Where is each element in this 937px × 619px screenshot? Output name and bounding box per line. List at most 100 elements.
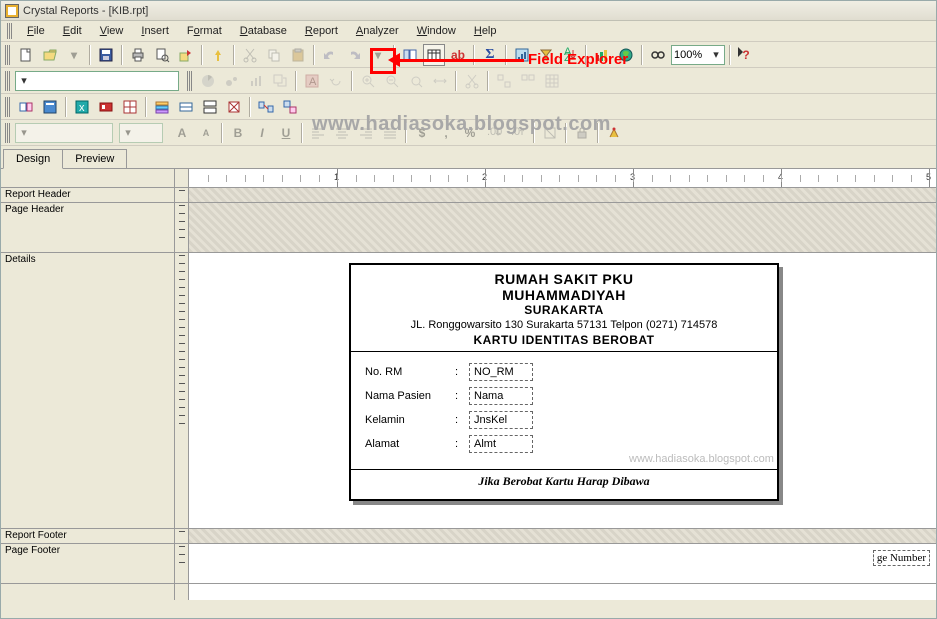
- grip-handle[interactable]: [5, 97, 11, 117]
- print-icon[interactable]: [127, 44, 149, 66]
- open-icon[interactable]: [39, 44, 61, 66]
- underline-icon[interactable]: U: [275, 122, 297, 144]
- crosstab-icon[interactable]: [119, 96, 141, 118]
- section-report-footer[interactable]: Report Footer: [1, 529, 174, 544]
- grip-handle[interactable]: [5, 45, 11, 65]
- delete-section-icon[interactable]: [223, 96, 245, 118]
- split-section-icon[interactable]: [199, 96, 221, 118]
- menu-view[interactable]: View: [92, 23, 132, 39]
- open-dropdown-icon[interactable]: ▾: [63, 44, 85, 66]
- grid-icon[interactable]: [541, 70, 563, 92]
- menu-window[interactable]: Window: [409, 23, 464, 39]
- redo-dropdown-icon[interactable]: ▾: [367, 44, 389, 66]
- report-card[interactable]: RUMAH SAKIT PKU MUHAMMADIYAH SURAKARTA J…: [349, 263, 779, 501]
- insert-section-icon[interactable]: [175, 96, 197, 118]
- card-row-field[interactable]: NO_RM: [469, 363, 533, 381]
- new-icon[interactable]: [15, 44, 37, 66]
- menu-help[interactable]: Help: [466, 23, 505, 39]
- copy-icon[interactable]: [263, 44, 285, 66]
- print-preview-icon[interactable]: [151, 44, 173, 66]
- redo-icon[interactable]: [343, 44, 365, 66]
- grip-handle[interactable]: [5, 123, 11, 143]
- grip-handle[interactable]: [5, 71, 11, 91]
- insert-text-icon[interactable]: ab: [447, 44, 469, 66]
- tab-preview[interactable]: Preview: [62, 149, 127, 168]
- bubble-chart-icon[interactable]: [221, 70, 243, 92]
- band-page-footer[interactable]: ge Number: [189, 544, 936, 584]
- zoom-in-icon[interactable]: [357, 70, 379, 92]
- card-line1[interactable]: RUMAH SAKIT PKU: [361, 271, 767, 287]
- card-address[interactable]: JL. Ronggowarsito 130 Surakarta 57131 Te…: [361, 319, 767, 331]
- highlight-a-icon[interactable]: A: [301, 70, 323, 92]
- fontsize-dropdown[interactable]: ▾: [119, 123, 163, 143]
- report-expert-icon[interactable]: [511, 44, 533, 66]
- align-center-icon[interactable]: [331, 122, 353, 144]
- card-subtitle[interactable]: KARTU IDENTITAS BEROBAT: [361, 333, 767, 347]
- pie-chart-icon[interactable]: [197, 70, 219, 92]
- verify-db-icon[interactable]: [279, 96, 301, 118]
- object-selector[interactable]: ▾: [15, 71, 179, 91]
- currency-icon[interactable]: $: [411, 122, 433, 144]
- section-report-header[interactable]: Report Header: [1, 188, 174, 203]
- detach-chart-icon[interactable]: [269, 70, 291, 92]
- menu-format[interactable]: Format: [179, 23, 230, 39]
- menu-file[interactable]: File: [19, 23, 53, 39]
- menu-report[interactable]: Report: [297, 23, 346, 39]
- card-row-label[interactable]: Kelamin: [365, 414, 455, 426]
- insert-summary-icon[interactable]: Σ: [479, 44, 501, 66]
- refresh-icon[interactable]: [207, 44, 229, 66]
- align-justify-icon[interactable]: [379, 122, 401, 144]
- decrease-decimal-icon[interactable]: .0: [507, 122, 529, 144]
- section-expert-icon[interactable]: [151, 96, 173, 118]
- section-page-header[interactable]: Page Header: [1, 203, 174, 253]
- font-dropdown[interactable]: ▾: [15, 123, 113, 143]
- map-expert-icon[interactable]: [615, 44, 637, 66]
- menu-database[interactable]: Database: [232, 23, 295, 39]
- link-tables-icon[interactable]: [255, 96, 277, 118]
- italic-icon[interactable]: I: [251, 122, 273, 144]
- section-page-footer[interactable]: Page Footer: [1, 544, 174, 584]
- help-icon[interactable]: ?: [735, 44, 757, 66]
- menu-edit[interactable]: Edit: [55, 23, 90, 39]
- lock-format-icon[interactable]: [571, 122, 593, 144]
- zoom-out-icon[interactable]: [381, 70, 403, 92]
- undo-icon[interactable]: [319, 44, 341, 66]
- card-line2[interactable]: MUHAMMADIYAH: [361, 287, 767, 303]
- group-icon[interactable]: [493, 70, 515, 92]
- chart-expert-icon[interactable]: [591, 44, 613, 66]
- tab-design[interactable]: Design: [3, 149, 63, 169]
- db-expert-icon[interactable]: [15, 96, 37, 118]
- find-icon[interactable]: [647, 44, 669, 66]
- card-row-label[interactable]: No. RM: [365, 366, 455, 378]
- export-icon[interactable]: [175, 44, 197, 66]
- card-row-field[interactable]: JnsKel: [469, 411, 533, 429]
- highlight-expert-icon[interactable]: [603, 122, 625, 144]
- percent-icon[interactable]: %: [459, 122, 481, 144]
- font-grow-icon[interactable]: A: [171, 122, 193, 144]
- sort-icon[interactable]: AZ: [559, 44, 581, 66]
- zoom-reset-icon[interactable]: [405, 70, 427, 92]
- ungroup-icon[interactable]: [517, 70, 539, 92]
- band-page-header[interactable]: [189, 203, 936, 253]
- card-row-label[interactable]: Alamat: [365, 438, 455, 450]
- section-details[interactable]: Details: [1, 253, 174, 529]
- bold-icon[interactable]: B: [227, 122, 249, 144]
- page-number-field[interactable]: ge Number: [873, 550, 930, 566]
- align-left-icon[interactable]: [307, 122, 329, 144]
- design-canvas[interactable]: 12345 RUMAH SAKIT PKU MUHAMMADIYAH SURAK…: [189, 169, 936, 600]
- menu-insert[interactable]: Insert: [133, 23, 177, 39]
- field-icon[interactable]: [39, 96, 61, 118]
- thousands-icon[interactable]: ,: [435, 122, 457, 144]
- card-line3[interactable]: SURAKARTA: [361, 303, 767, 317]
- card-row-label[interactable]: Nama Pasien: [365, 390, 455, 402]
- field-explorer-icon[interactable]: [423, 44, 445, 66]
- band-details[interactable]: RUMAH SAKIT PKU MUHAMMADIYAH SURAKARTA J…: [189, 253, 936, 529]
- select-expert-icon[interactable]: [535, 44, 557, 66]
- font-shrink-icon[interactable]: A: [195, 122, 217, 144]
- band-report-header[interactable]: [189, 188, 936, 203]
- grip-handle[interactable]: [187, 71, 193, 91]
- bar-chart-icon[interactable]: [245, 70, 267, 92]
- cut-icon[interactable]: [239, 44, 261, 66]
- cut2-icon[interactable]: [461, 70, 483, 92]
- grip-handle[interactable]: [7, 23, 13, 39]
